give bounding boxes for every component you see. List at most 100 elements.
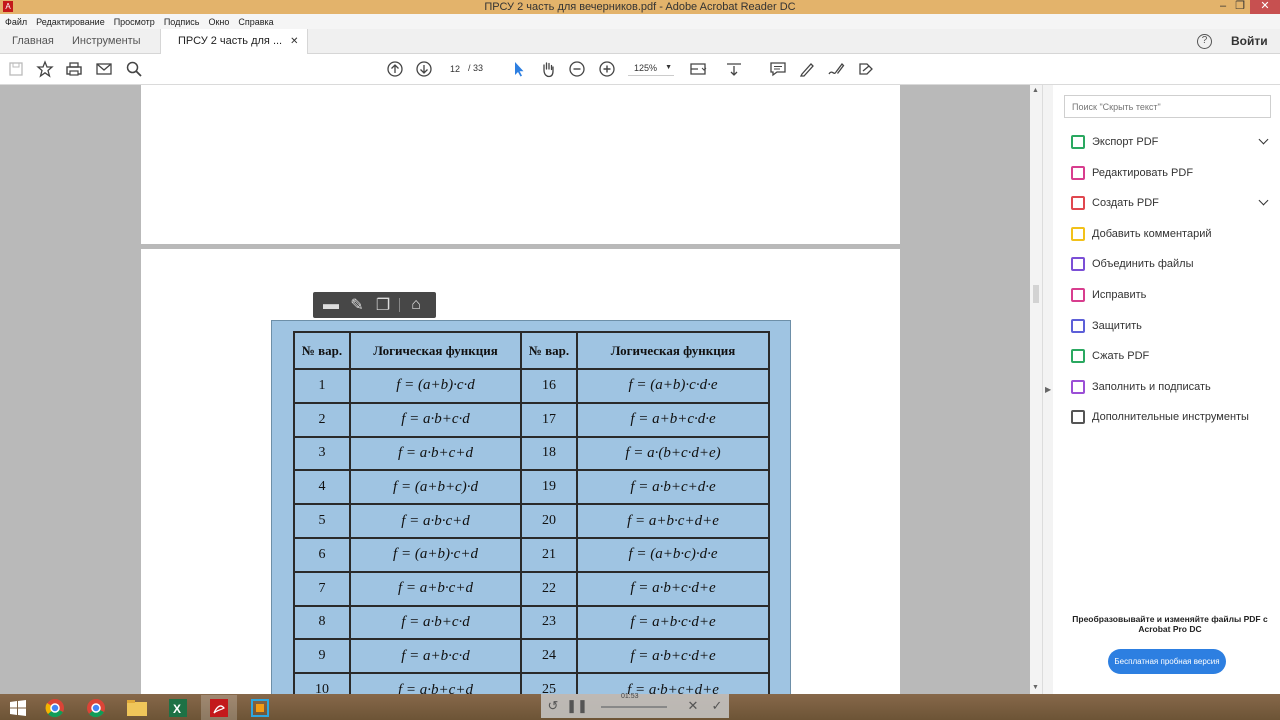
acrobat-icon[interactable]: [201, 695, 237, 720]
tool-item[interactable]: Исправить: [1071, 285, 1271, 305]
tool-item[interactable]: Редактировать PDF: [1071, 163, 1271, 183]
highlight-pen-icon[interactable]: [797, 59, 817, 79]
zoom-out-icon[interactable]: [567, 59, 587, 79]
zoom-select[interactable]: 125% ▼: [628, 60, 674, 76]
tab-bar: Главная Инструменты ПРСУ 2 часть для ...…: [0, 29, 1280, 55]
page-total: / 33: [468, 63, 484, 73]
tool-label: Редактировать PDF: [1092, 166, 1194, 179]
app-icon[interactable]: [242, 695, 278, 720]
copy-icon[interactable]: ❐: [373, 295, 393, 315]
vertical-scrollbar[interactable]: ▲ ▼: [1030, 85, 1042, 694]
function-table-image: № вар. Логическая функция № вар. Логичес…: [271, 320, 791, 708]
menu-view[interactable]: Просмотр: [114, 17, 155, 27]
chrome-icon[interactable]: [37, 695, 73, 720]
scroll-up-icon[interactable]: ▲: [1032, 87, 1039, 94]
chrome-window-icon[interactable]: [78, 695, 114, 720]
next-page-icon[interactable]: [414, 59, 434, 79]
tool-label: Экспорт PDF: [1092, 136, 1159, 148]
restore-button[interactable]: ❐: [1231, 0, 1249, 14]
table-row: 1f = (a+b)·c·d 16 f = (a+b)·c·d·e: [293, 368, 770, 404]
tab-document[interactable]: ПРСУ 2 часть для ... ✕: [160, 29, 308, 55]
chevron-down-icon[interactable]: [1258, 195, 1269, 206]
comment-icon[interactable]: [768, 59, 788, 79]
save-icon[interactable]: [6, 59, 26, 79]
free-trial-button[interactable]: Бесплатная пробная версия: [1108, 649, 1226, 674]
email-icon[interactable]: [94, 59, 114, 79]
signin-button[interactable]: Войти: [1231, 29, 1268, 54]
tool-item[interactable]: Создать PDF: [1071, 193, 1271, 213]
chevron-down-icon[interactable]: [1258, 134, 1269, 145]
start-windows-icon[interactable]: [0, 695, 36, 720]
minimize-button[interactable]: –: [1214, 0, 1232, 14]
variant-number: 19: [520, 469, 578, 506]
progress-bar[interactable]: [601, 706, 667, 708]
excel-icon[interactable]: X: [160, 695, 196, 720]
page-number-input[interactable]: [444, 62, 466, 76]
tab-tools[interactable]: Инструменты: [72, 29, 141, 54]
sign-icon[interactable]: [826, 59, 846, 79]
search-icon[interactable]: [124, 59, 144, 79]
separator: [399, 298, 400, 312]
close-tab-icon[interactable]: ✕: [290, 36, 298, 47]
prev-page-icon[interactable]: [385, 59, 405, 79]
variant-number: 18: [520, 435, 578, 472]
more-icon[interactable]: ⌂: [406, 295, 426, 315]
tool-icon: [1071, 165, 1085, 180]
zoom-in-icon[interactable]: [597, 59, 617, 79]
check-icon[interactable]: ✓: [705, 698, 729, 714]
hand-tool-icon[interactable]: [538, 59, 558, 79]
select-cursor-icon[interactable]: [509, 59, 529, 79]
logic-function: f = (a+b)·c+d: [349, 536, 522, 573]
close-window-button[interactable]: ✕: [1250, 0, 1280, 14]
table-row: 6f = (a+b)·c+d 21 f = (a+b·c)·d·e: [293, 536, 770, 573]
tool-icon: [1071, 410, 1085, 425]
scroll-mode-icon[interactable]: [724, 59, 744, 79]
tool-item[interactable]: Дополнительные инструменты: [1071, 407, 1271, 427]
tab-home[interactable]: Главная: [12, 29, 54, 54]
tool-item[interactable]: Экспорт PDF: [1071, 132, 1271, 152]
tool-icon: [1071, 288, 1085, 302]
scroll-down-icon[interactable]: ▼: [1032, 684, 1039, 691]
print-icon[interactable]: [64, 59, 84, 79]
variant-number: 3: [293, 435, 351, 472]
tool-item[interactable]: Добавить комментарий: [1071, 224, 1271, 244]
menu-edit[interactable]: Редактирование: [36, 17, 105, 27]
title-bar: A ПРСУ 2 часть для вечерников.pdf - Adob…: [0, 0, 1280, 14]
pause-icon[interactable]: ❚❚: [565, 698, 589, 714]
pen-icon[interactable]: ✎: [347, 295, 367, 315]
variant-number: 1: [293, 368, 351, 404]
menu-bar: Файл Редактирование Просмотр Подпись Окн…: [0, 14, 1280, 29]
menu-help[interactable]: Справка: [238, 17, 273, 27]
star-icon[interactable]: [35, 59, 55, 79]
tool-item[interactable]: Объединить файлы: [1071, 254, 1271, 274]
tab-document-label: ПРСУ 2 часть для ...: [178, 35, 283, 47]
logic-function: f = a·b+c·d: [349, 401, 522, 438]
menu-file[interactable]: Файл: [5, 17, 27, 27]
rewind-icon[interactable]: ↺: [541, 698, 565, 714]
tool-label: Исправить: [1092, 289, 1147, 301]
menu-sign[interactable]: Подпись: [164, 17, 200, 27]
help-icon[interactable]: ?: [1197, 34, 1212, 49]
tool-item[interactable]: Защитить: [1071, 316, 1271, 336]
tool-label: Защитить: [1092, 319, 1142, 332]
tool-label: Добавить комментарий: [1092, 227, 1212, 240]
tool-item[interactable]: Заполнить и подписать: [1071, 377, 1271, 397]
variant-number: 8: [293, 604, 351, 641]
variant-number: 22: [520, 570, 578, 607]
chevron-right-icon: ▶: [1045, 385, 1052, 394]
pdf-page: [141, 85, 900, 244]
search-input[interactable]: [1064, 95, 1271, 118]
tool-item[interactable]: Сжать PDF: [1071, 346, 1271, 366]
page-fit-icon[interactable]: [688, 59, 708, 79]
menu-window[interactable]: Окно: [208, 17, 229, 27]
tool-icon: [1071, 318, 1085, 333]
logic-function: f = a·b+c·d+e: [576, 570, 770, 607]
scroll-thumb[interactable]: [1033, 285, 1039, 303]
file-explorer-icon[interactable]: [119, 695, 155, 720]
tool-icon: [1071, 257, 1085, 272]
logic-function: f = a+b·c+d: [349, 570, 522, 607]
more-tools-icon[interactable]: [856, 59, 876, 79]
comment-icon[interactable]: ▬: [321, 295, 341, 315]
right-panel-toggle[interactable]: ▶: [1042, 85, 1053, 694]
close-icon[interactable]: ✕: [681, 698, 705, 714]
